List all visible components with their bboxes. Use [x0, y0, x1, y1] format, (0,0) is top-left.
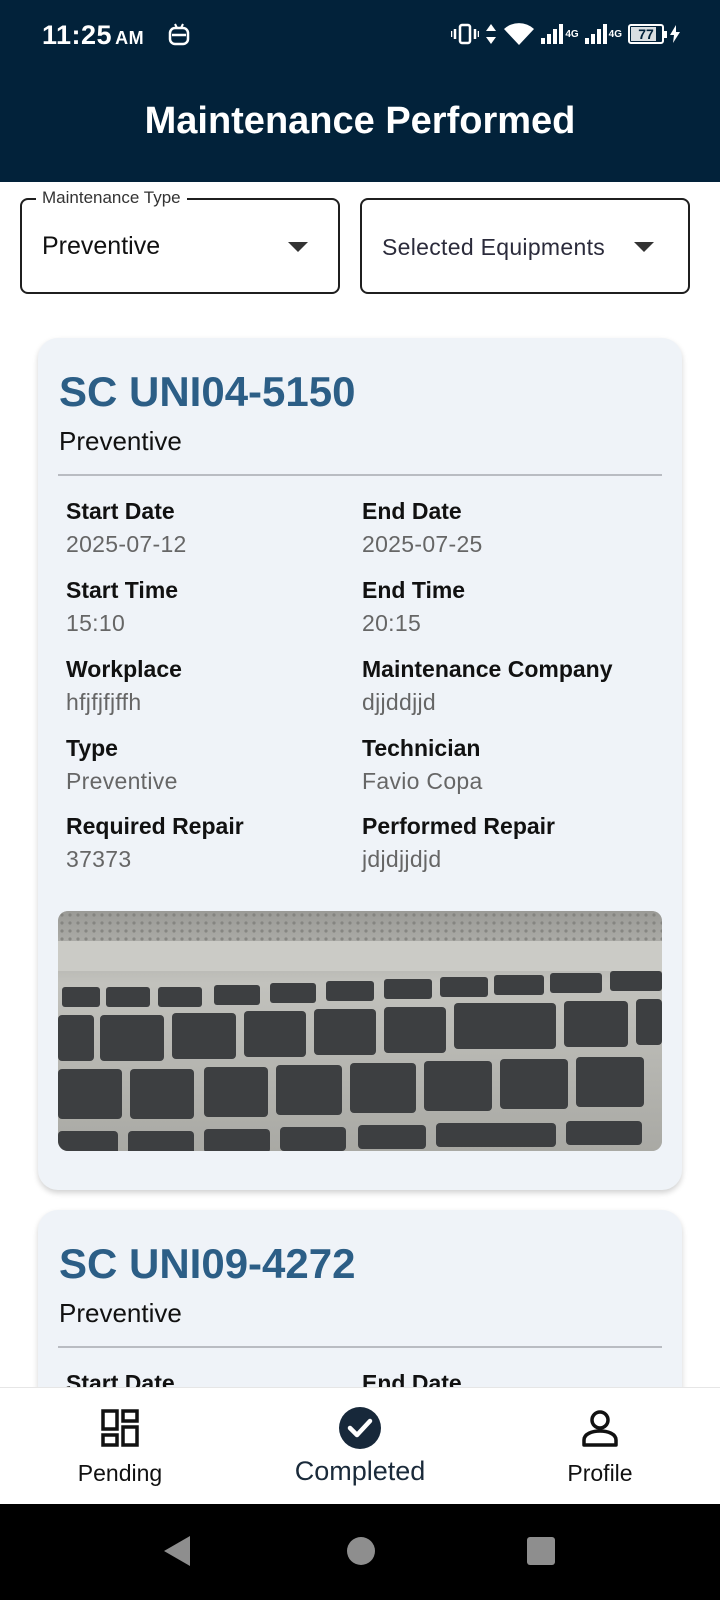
end-time-value: 20:15	[362, 610, 422, 636]
performed-repair-label: Performed Repair	[362, 813, 556, 839]
person-icon	[582, 1410, 618, 1447]
workplace-field: Workplace hfjfjfjffh	[66, 656, 356, 716]
end-date-label: End Date	[362, 498, 462, 524]
divider	[58, 474, 662, 476]
start-time-value: 15:10	[66, 610, 126, 636]
home-icon[interactable]	[346, 1536, 376, 1566]
maintenance-card[interactable]: SC UNI09-4272 Preventive Start Date End …	[38, 1210, 682, 1387]
end-date-label: End Date	[362, 1370, 462, 1387]
page-title: Maintenance Performed	[144, 100, 576, 142]
dropdown-arrow-icon	[634, 242, 654, 252]
type-value: Preventive	[66, 768, 178, 794]
signal-icon-2	[584, 24, 607, 44]
status-time-text: 11:25	[42, 20, 113, 50]
end-time-field: End Time 20:15	[362, 577, 652, 637]
card-title: SC UNI04-5150	[59, 368, 356, 415]
maintenance-company-label: Maintenance Company	[362, 656, 613, 682]
network-type-1: 4G	[565, 28, 579, 40]
nav-profile[interactable]: Profile	[520, 1388, 680, 1505]
maintenance-company-value: djjddjjd	[362, 689, 437, 715]
card-subtitle: Preventive	[59, 426, 182, 456]
maintenance-type-dropdown[interactable]: Maintenance Type Preventive	[20, 188, 340, 294]
screen: 11:25 AM 4G 4G 77 Maintenance Performed …	[0, 0, 720, 1600]
data-transfer-icon	[486, 24, 497, 44]
required-repair-field: Required Repair 37373	[66, 813, 356, 873]
type-field: Type Preventive	[66, 735, 356, 795]
start-time-label: Start Time	[66, 577, 179, 603]
keyboard-photo-image	[58, 911, 662, 1151]
workplace-value: hfjfjfjffh	[66, 689, 142, 715]
equipments-dropdown[interactable]: Selected Equipments	[360, 198, 690, 294]
start-date-field: Start Date 2025-07-12	[66, 498, 356, 558]
status-icons: 4G 4G 77	[451, 22, 680, 46]
keyboard-photo[interactable]	[58, 911, 662, 1151]
maintenance-list[interactable]: SC UNI04-5150 Preventive Start Date 2025…	[0, 300, 720, 1387]
end-date-field: End Date 2025-07-25	[362, 498, 652, 558]
robot-notification-icon	[168, 23, 190, 46]
required-repair-label: Required Repair	[66, 813, 244, 839]
start-date-label: Start Date	[66, 1370, 175, 1387]
equipments-value: Selected Equipments	[382, 234, 606, 260]
system-navigation-bar	[0, 1504, 720, 1600]
workplace-label: Workplace	[66, 656, 182, 682]
wifi-icon	[504, 23, 535, 45]
battery-level: 77	[638, 26, 654, 42]
network-type-2: 4G	[608, 28, 622, 40]
nav-completed-label: Completed	[294, 1456, 426, 1486]
divider	[58, 1346, 662, 1348]
nav-profile-label: Profile	[567, 1460, 633, 1486]
maintenance-company-field: Maintenance Company djjddjjd	[362, 656, 662, 716]
technician-label: Technician	[362, 735, 481, 761]
signal-icon	[541, 24, 564, 44]
technician-field: Technician Favio Copa	[362, 735, 652, 795]
status-time: 11:25 AM	[42, 20, 144, 51]
recents-icon[interactable]	[526, 1536, 556, 1566]
maintenance-type-label: Maintenance Type	[36, 188, 187, 208]
end-date-field: End Date	[362, 1370, 652, 1387]
start-date-field: Start Date	[66, 1370, 356, 1387]
technician-value: Favio Copa	[362, 768, 483, 794]
status-ampm: AM	[115, 28, 145, 48]
back-icon[interactable]	[162, 1534, 192, 1568]
status-bar: 11:25 AM 4G 4G 77	[0, 0, 720, 72]
end-time-label: End Time	[362, 577, 466, 603]
maintenance-card[interactable]: SC UNI04-5150 Preventive Start Date 2025…	[38, 338, 682, 1190]
dropdown-arrow-icon	[288, 242, 308, 252]
end-date-value: 2025-07-25	[362, 531, 483, 557]
performed-repair-value: jdjdjjdjd	[362, 846, 442, 872]
type-label: Type	[66, 735, 118, 761]
check-circle-icon	[339, 1407, 381, 1449]
start-date-value: 2025-07-12	[66, 531, 187, 557]
start-date-label: Start Date	[66, 498, 175, 524]
battery-icon: 77	[628, 24, 667, 44]
nav-completed[interactable]: Completed	[270, 1388, 450, 1505]
card-subtitle: Preventive	[59, 1298, 182, 1328]
card-title: SC UNI09-4272	[59, 1240, 356, 1287]
charging-icon	[670, 25, 680, 43]
required-repair-value: 37373	[66, 846, 132, 872]
maintenance-type-value: Preventive	[42, 232, 161, 260]
performed-repair-field: Performed Repair jdjdjjdjd	[362, 813, 652, 873]
nav-pending-label: Pending	[77, 1460, 163, 1486]
start-time-field: Start Time 15:10	[66, 577, 356, 637]
bottom-navigation: Pending Completed Profile	[0, 1387, 720, 1504]
vibrate-icon	[451, 23, 480, 45]
nav-pending[interactable]: Pending	[40, 1388, 200, 1505]
dashboard-icon	[101, 1409, 139, 1447]
app-header: 11:25 AM 4G 4G 77 Maintenance Performed	[0, 0, 720, 182]
